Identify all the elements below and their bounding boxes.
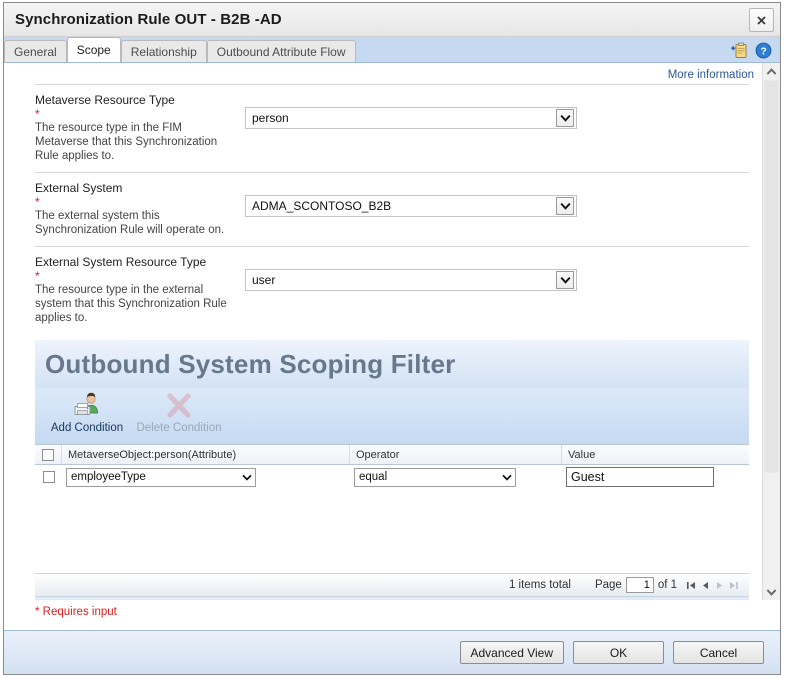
field-control: ADMA_SCONTOSO_B2B — [245, 195, 577, 217]
tab-outbound-attribute-flow[interactable]: Outbound Attribute Flow — [207, 40, 356, 62]
field-description: The resource type in the external system… — [35, 283, 235, 325]
tab-relationship[interactable]: Relationship — [121, 40, 207, 62]
column-header-attribute[interactable]: MetaverseObject:person(Attribute) — [62, 445, 350, 464]
filter-panel-title: Outbound System Scoping Filter — [35, 340, 749, 388]
row-value-cell: Guest — [562, 465, 749, 489]
select-all-cell — [35, 445, 62, 464]
selected-value: equal — [355, 471, 499, 483]
page-title: Synchronization Rule OUT - B2B -AD — [15, 11, 282, 28]
items-total-label: 1 items total — [509, 579, 571, 591]
operator-select[interactable]: equal — [354, 468, 516, 487]
tab-scope[interactable]: Scope — [67, 37, 121, 62]
row-checkbox[interactable] — [43, 471, 55, 483]
scrollbar-thumb[interactable] — [764, 80, 779, 473]
row-select-cell — [35, 465, 62, 489]
external-system-resource-type-select[interactable]: user — [245, 269, 577, 291]
value-input[interactable]: Guest — [566, 467, 714, 487]
scroll-content: More information Metaverse Resource Type… — [4, 63, 762, 600]
requires-input-note: * Requires input — [4, 600, 780, 630]
scroll-down-button[interactable] — [763, 583, 780, 600]
selected-value: person — [246, 111, 556, 125]
vertical-scrollbar[interactable] — [762, 63, 780, 600]
field-control: person — [245, 107, 577, 129]
chevron-up-icon — [766, 68, 777, 76]
close-icon — [757, 16, 766, 25]
selected-value: ADMA_SCONTOSO_B2B — [246, 199, 556, 213]
field-label: External System Resource Type — [35, 255, 749, 270]
more-information-row: More information — [4, 63, 762, 84]
previous-page-button[interactable] — [700, 580, 711, 591]
scrollbar-track[interactable] — [763, 80, 780, 583]
dialog-title-bar: Synchronization Rule OUT - B2B -AD — [4, 3, 780, 37]
sync-rule-dialog: Synchronization Rule OUT - B2B -AD Gener… — [3, 2, 781, 675]
ok-button[interactable]: OK — [573, 641, 664, 664]
tab-strip-icons: ? — [731, 42, 772, 59]
clipped-next-section — [35, 596, 749, 600]
chevron-down-icon — [556, 109, 574, 127]
add-user-condition-icon — [41, 391, 133, 421]
metaverse-resource-type-select[interactable]: person — [245, 107, 577, 129]
previous-page-icon — [700, 580, 711, 591]
row-attribute-cell: employeeType — [62, 465, 350, 489]
scroll-up-button[interactable] — [763, 63, 780, 80]
first-page-button[interactable] — [686, 580, 697, 591]
grid-body: employeeType equal — [35, 465, 749, 573]
filter-toolbar: Add Condition Delete Condition — [35, 388, 749, 444]
grid-pager: 1 items total Page 1 of 1 — [35, 573, 749, 596]
close-button[interactable] — [749, 8, 774, 32]
last-page-icon — [728, 580, 739, 591]
field-label: Metaverse Resource Type — [35, 93, 749, 108]
chevron-down-icon — [556, 271, 574, 289]
next-page-button[interactable] — [714, 580, 725, 591]
add-clipboard-icon[interactable] — [731, 42, 748, 59]
field-metaverse-resource-type: Metaverse Resource Type * The resource t… — [35, 84, 749, 172]
field-control: user — [245, 269, 577, 291]
page-label: Page — [595, 579, 622, 591]
column-header-value[interactable]: Value — [562, 445, 749, 464]
chevron-down-icon — [239, 474, 255, 481]
svg-text:?: ? — [760, 46, 766, 57]
grid-empty-space — [35, 489, 749, 573]
help-icon[interactable]: ? — [755, 42, 772, 59]
cancel-button[interactable]: Cancel — [673, 641, 764, 664]
more-information-link[interactable]: More information — [668, 69, 754, 81]
add-condition-label: Add Condition — [41, 422, 133, 434]
selected-value: user — [246, 273, 556, 287]
field-description: The external system this Synchronization… — [35, 209, 235, 237]
chevron-down-icon — [766, 588, 777, 596]
delete-condition-button[interactable]: Delete Condition — [133, 388, 225, 434]
tab-general[interactable]: General — [4, 40, 67, 62]
page-number-input[interactable]: 1 — [626, 577, 654, 593]
row-operator-cell: equal — [350, 465, 562, 489]
chevron-down-icon — [556, 197, 574, 215]
attribute-select[interactable]: employeeType — [66, 468, 256, 487]
filter-panel-title-text: Outbound System Scoping Filter — [45, 349, 455, 380]
dialog-button-bar: Advanced View OK Cancel — [4, 630, 780, 674]
select-all-checkbox[interactable] — [42, 449, 54, 461]
field-description: The resource type in the FIM Metaverse t… — [35, 121, 235, 163]
tab-strip: General Scope Relationship Outbound Attr… — [4, 37, 780, 63]
conditions-grid: MetaverseObject:person(Attribute) Operat… — [35, 444, 749, 596]
last-page-button[interactable] — [728, 580, 739, 591]
delete-x-icon — [133, 391, 225, 421]
dialog-body: More information Metaverse Resource Type… — [4, 63, 780, 600]
add-condition-button[interactable]: Add Condition — [41, 388, 133, 434]
selected-value: employeeType — [67, 471, 239, 483]
first-page-icon — [686, 580, 697, 591]
delete-condition-label: Delete Condition — [133, 422, 225, 434]
field-external-system: External System * The external system th… — [35, 172, 749, 246]
advanced-view-button[interactable]: Advanced View — [460, 641, 565, 664]
column-header-operator[interactable]: Operator — [350, 445, 562, 464]
field-external-system-resource-type: External System Resource Type * The reso… — [35, 246, 749, 334]
field-label: External System — [35, 181, 749, 196]
outbound-system-scoping-filter-panel: Outbound System Scoping Filter — [35, 340, 749, 600]
grid-header-row: MetaverseObject:person(Attribute) Operat… — [35, 444, 749, 465]
table-row: employeeType equal — [35, 465, 749, 489]
next-page-icon — [714, 580, 725, 591]
chevron-down-icon — [499, 474, 515, 481]
external-system-select[interactable]: ADMA_SCONTOSO_B2B — [245, 195, 577, 217]
page-of-label: of 1 — [658, 579, 677, 591]
